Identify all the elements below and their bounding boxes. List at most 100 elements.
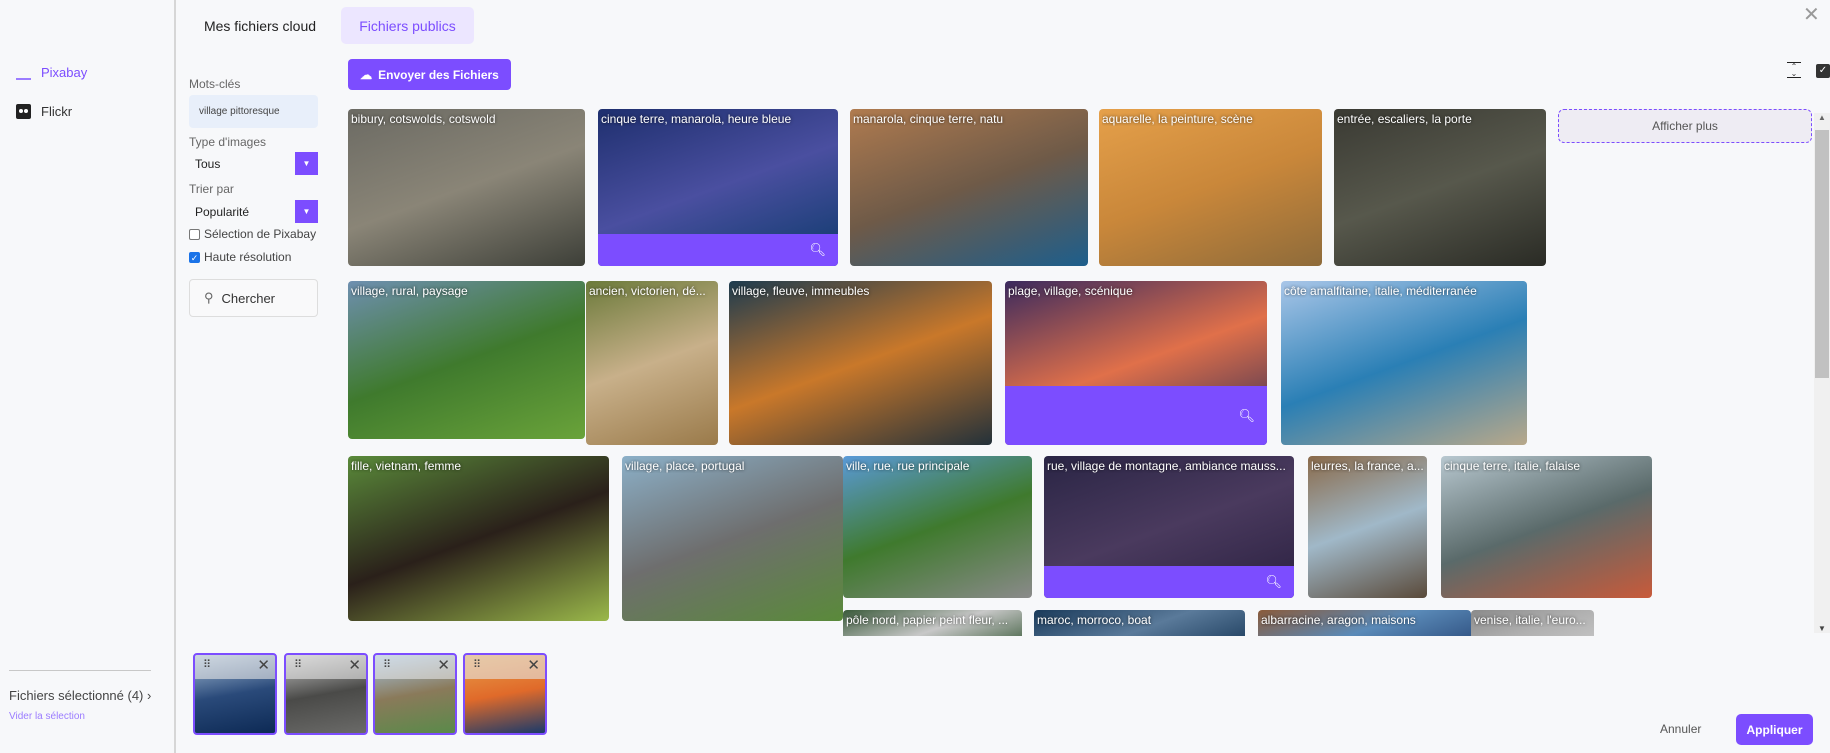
high-resolution-checkbox[interactable]: ✓ Haute résolution — [189, 250, 291, 264]
image-tile[interactable]: cinque terre, manarola, heure bleue 🔍︎ — [598, 109, 838, 266]
image-tile[interactable]: aquarelle, la peinture, scène — [1099, 109, 1322, 266]
keywords-label: Mots-clés — [189, 77, 241, 91]
scrollbar-thumb[interactable] — [1815, 130, 1829, 378]
image-tile[interactable]: leurres, la france, a... — [1308, 456, 1427, 598]
image-caption: maroc, morroco, boat — [1037, 613, 1152, 627]
search-button[interactable]: ⚲ Chercher — [189, 279, 318, 317]
search-icon: ⚲ — [204, 290, 214, 305]
image-caption: ancien, victorien, dé... — [589, 284, 706, 298]
zoom-icon[interactable]: 🔍︎ — [1238, 408, 1255, 424]
image-caption: pôle nord, papier peint fleur, ... — [846, 613, 1009, 627]
image-caption: cinque terre, manarola, heure bleue — [601, 112, 792, 126]
image-tile[interactable]: village, rural, paysage — [348, 281, 585, 439]
image-caption: rue, village de montagne, ambiance mauss… — [1047, 459, 1286, 473]
image-tile[interactable]: rue, village de montagne, ambiance mauss… — [1044, 456, 1294, 598]
selected-overlay: 🔍︎ — [1005, 386, 1267, 445]
image-tile[interactable]: bibury, cotswolds, cotswold — [348, 109, 585, 266]
image-caption: aquarelle, la peinture, scène — [1102, 112, 1253, 126]
checkbox-icon — [189, 228, 200, 240]
selected-files-label: Fichiers sélectionné (4) — [9, 688, 144, 703]
image-grid: bibury, cotswolds, cotswold cinque terre,… — [348, 109, 1810, 636]
scrollbar[interactable]: ▲ ▼ — [1814, 113, 1830, 633]
drag-handle-icon[interactable]: ⠿ — [383, 658, 391, 671]
drag-handle-icon[interactable]: ⠿ — [203, 658, 211, 671]
scroll-up-icon[interactable]: ▲ — [1814, 113, 1830, 122]
image-tile[interactable]: ville, rue, rue principale — [843, 456, 1032, 598]
source-sidebar: Pixabay Flickr Fichiers sélectionné (4) … — [0, 0, 176, 753]
sidebar-item-pixabay[interactable]: Pixabay — [16, 65, 87, 80]
apply-button[interactable]: Appliquer — [1736, 714, 1813, 745]
image-tile[interactable]: plage, village, scénique 🔍︎ — [1005, 281, 1267, 445]
selected-thumbnail[interactable]: ⠿ ✕ — [373, 653, 457, 735]
selected-overlay: 🔍︎ — [598, 234, 838, 266]
image-tile[interactable]: albarracine, aragon, maisons — [1258, 610, 1471, 636]
image-caption: village, fleuve, immeubles — [732, 284, 870, 298]
remove-icon[interactable]: ✕ — [257, 656, 270, 674]
image-caption: albarracine, aragon, maisons — [1261, 613, 1416, 627]
image-caption: village, rural, paysage — [351, 284, 468, 298]
cloud-upload-icon: ☁ — [360, 67, 373, 82]
flickr-icon — [16, 104, 31, 119]
selected-thumbnail[interactable]: ⠿ ✕ — [193, 653, 277, 735]
zoom-icon[interactable]: 🔍︎ — [1265, 574, 1282, 590]
image-tile[interactable]: fille, vietnam, femme — [348, 456, 609, 621]
sort-label: Trier par — [189, 182, 234, 196]
image-tile[interactable]: village, place, portugal — [622, 456, 843, 621]
selected-thumbnail[interactable]: ⠿ ✕ — [284, 653, 368, 735]
image-type-value: Tous — [195, 156, 221, 171]
selected-files-toggle[interactable]: Fichiers sélectionné (4) › — [9, 688, 151, 703]
zoom-icon[interactable]: 🔍︎ — [809, 242, 826, 258]
sidebar-item-label: Flickr — [41, 104, 73, 119]
tab-my-cloud-files[interactable]: Mes fichiers cloud — [190, 7, 330, 44]
drag-handle-icon[interactable]: ⠿ — [473, 658, 481, 671]
scroll-down-icon[interactable]: ▼ — [1814, 624, 1830, 633]
sidebar-item-flickr[interactable]: Flickr — [16, 104, 72, 119]
checkbox-label: Haute résolution — [204, 250, 292, 264]
image-tile[interactable]: venise, italie, l'euro... — [1471, 610, 1594, 636]
image-tile[interactable]: entrée, escaliers, la porte — [1334, 109, 1546, 266]
image-tile[interactable]: village, fleuve, immeubles — [729, 281, 992, 445]
clear-selection-link[interactable]: Vider la sélection — [9, 711, 85, 722]
image-caption: bibury, cotswolds, cotswold — [351, 112, 496, 126]
checkbox-label: Sélection de Pixabay — [204, 227, 317, 241]
remove-icon[interactable]: ✕ — [527, 656, 540, 674]
close-icon[interactable]: ✕ — [1803, 2, 1820, 27]
pixabay-selection-checkbox[interactable]: Sélection de Pixabay — [189, 227, 316, 241]
sort-select[interactable]: Popularité ▼ — [189, 200, 318, 223]
drag-handle-icon[interactable]: ⠿ — [294, 658, 302, 671]
remove-icon[interactable]: ✕ — [437, 656, 450, 674]
cancel-button[interactable]: Annuler — [1660, 722, 1701, 736]
sidebar-item-label: Pixabay — [41, 65, 88, 80]
remove-icon[interactable]: ✕ — [348, 656, 361, 674]
sort-value: Popularité — [195, 204, 250, 219]
selected-overlay: 🔍︎ — [1044, 566, 1294, 598]
show-more-button[interactable]: Afficher plus — [1558, 109, 1812, 143]
search-button-label: Chercher — [221, 290, 275, 306]
chevron-right-icon: › — [147, 688, 152, 703]
image-tile[interactable]: pôle nord, papier peint fleur, ... — [843, 610, 1022, 636]
selected-thumbnail[interactable]: ⠿ ✕ — [463, 653, 547, 735]
image-caption: ville, rue, rue principale — [846, 459, 970, 473]
image-tile[interactable]: manarola, cinque terre, natu — [850, 109, 1088, 266]
image-caption: village, place, portugal — [625, 459, 745, 473]
image-caption: plage, village, scénique — [1008, 284, 1133, 298]
image-tile[interactable]: maroc, morroco, boat — [1034, 610, 1245, 636]
chevron-down-icon: ▼ — [295, 152, 318, 175]
image-caption: cinque terre, italie, falaise — [1444, 459, 1581, 473]
image-caption: leurres, la france, a... — [1311, 459, 1424, 473]
upload-files-button[interactable]: ☁ Envoyer des Fichiers — [348, 59, 511, 90]
divider — [9, 670, 151, 671]
image-type-select[interactable]: Tous ▼ — [189, 152, 318, 175]
expand-collapse-icon[interactable]: ⌃ ⌄ — [1787, 62, 1801, 78]
image-tile[interactable]: côte amalfitaine, italie, méditerranée — [1281, 281, 1527, 445]
tab-public-files[interactable]: Fichiers publics — [341, 7, 474, 44]
checkbox-checked-icon: ✓ — [189, 251, 200, 263]
image-type-label: Type d'images — [189, 135, 266, 149]
image-caption: fille, vietnam, femme — [351, 459, 462, 473]
chevron-down-icon: ▼ — [295, 200, 318, 223]
upload-label: Envoyer des Fichiers — [378, 67, 499, 82]
image-tile[interactable]: cinque terre, italie, falaise — [1441, 456, 1652, 598]
keywords-input[interactable] — [189, 95, 318, 128]
image-tile[interactable]: ancien, victorien, dé... — [586, 281, 718, 445]
select-all-checkbox[interactable]: ✓ — [1816, 64, 1830, 78]
